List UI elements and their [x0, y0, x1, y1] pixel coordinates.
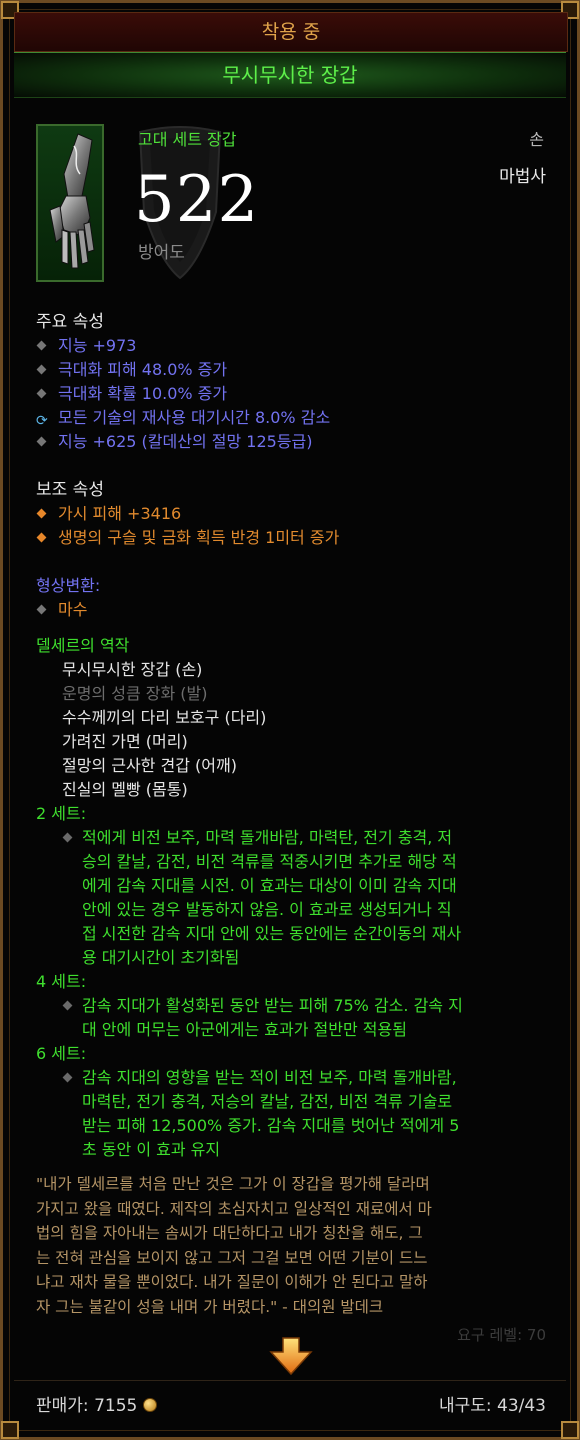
diamond-bullet-icon: [62, 1000, 73, 1011]
primary-attributes: 주요 속성 지능 +973 극대화 피해 48.0% 증가 극대화 확률 10.…: [36, 310, 330, 454]
set-bonus-header: 4 세트:: [36, 972, 87, 991]
set-bonus-text: 감속 지대가 활성화된 동안 받는 피해 75% 감소. 감속 지 대 안에 머…: [36, 994, 540, 1042]
item-icon-slot[interactable]: [36, 124, 104, 282]
diamond-bullet-icon: [36, 364, 47, 375]
set-bonus-header: 2 세트:: [36, 804, 87, 823]
item-slot: 손: [529, 130, 544, 149]
transmog-title: 형상변환:: [36, 576, 101, 595]
scroll-down-arrow-icon[interactable]: [268, 1336, 314, 1376]
armor-label: 방어도: [138, 243, 185, 263]
secondary-stat: 가시 피해 +3416: [36, 502, 339, 526]
secondary-attributes-title: 보조 속성: [36, 480, 104, 500]
set-piece: 무시무시한 장갑 (손): [62, 660, 203, 679]
footer-bar: 판매가: 7155 내구도: 43/43: [14, 1380, 566, 1425]
item-class-restriction: 마법사: [499, 167, 546, 187]
equipped-banner: 착용 중: [14, 12, 568, 52]
set-piece: 진실의 멜빵 (몸통): [62, 780, 188, 799]
diamond-bullet-icon: [36, 532, 47, 543]
transmog-section: 형상변환: 마수: [36, 574, 100, 622]
required-level: 요구 레벨: 70: [457, 1326, 546, 1344]
diamond-bullet-icon: [36, 340, 47, 351]
item-type: 고대 세트 장갑: [138, 130, 237, 149]
flavor-text: "내가 델세르를 처음 만난 것은 그가 이 장갑을 평가해 달라며 가지고 왔…: [36, 1175, 432, 1316]
diamond-bullet-icon: [36, 436, 47, 447]
sell-price: 판매가: 7155: [36, 1391, 158, 1416]
diamond-bullet-icon: [62, 1072, 73, 1083]
armor-value: 522: [134, 163, 260, 237]
diamond-bullet-icon: [36, 508, 47, 519]
set-name: 델세르의 역작: [36, 636, 130, 655]
secondary-attributes: 보조 속성 가시 피해 +3416 생명의 구슬 및 금화 획득 반경 1미터 …: [36, 478, 339, 550]
durability-label: 내구도:: [438, 1396, 492, 1416]
item-name-title: 무시무시한 장갑: [14, 52, 566, 98]
primary-stat: 극대화 확률 10.0% 증가: [36, 382, 330, 406]
set-piece: 절망의 근사한 견갑 (어깨): [62, 756, 237, 775]
primary-stat: 극대화 피해 48.0% 증가: [36, 358, 330, 382]
diamond-bullet-icon: [36, 604, 47, 615]
primary-stat: 지능 +625 (칼데산의 절망 125등급): [36, 430, 330, 454]
secondary-stat: 생명의 구슬 및 금화 획득 반경 1미터 증가: [36, 526, 339, 550]
primary-stat: ⟳ 모든 기술의 재사용 대기시간 8.0% 감소: [36, 406, 330, 430]
durability-value: 43/43: [497, 1396, 546, 1416]
primary-stat: 지능 +973: [36, 334, 330, 358]
set-section: 델세르의 역작 무시무시한 장갑 (손) 운명의 성큼 장화 (발) 수수께끼의…: [36, 634, 540, 1162]
gold-coin-icon: [143, 1398, 158, 1412]
set-piece: 가려진 가면 (머리): [62, 732, 188, 751]
diamond-bullet-icon: [36, 388, 47, 399]
set-piece: 수수께끼의 다리 보호구 (다리): [62, 708, 267, 727]
sell-price-label: 판매가:: [36, 1396, 89, 1416]
sell-price-value: 7155: [94, 1396, 138, 1416]
diamond-bullet-icon: [62, 832, 73, 843]
durability: 내구도: 43/43: [439, 1391, 546, 1416]
transmog-value: 마수: [36, 598, 100, 622]
set-bonus-text: 감속 지대의 영향을 받는 적이 비전 보주, 마력 돌개바람, 마력탄, 전기…: [36, 1066, 540, 1162]
gauntlet-icon: [49, 133, 95, 269]
primary-attributes-title: 주요 속성: [36, 312, 104, 332]
set-bonus-text: 적에게 비전 보주, 마력 돌개바람, 마력탄, 전기 충격, 저 승의 칼날,…: [36, 826, 540, 970]
set-piece-missing: 운명의 성큼 장화 (발): [62, 684, 208, 703]
set-bonus-header: 6 세트:: [36, 1044, 87, 1063]
